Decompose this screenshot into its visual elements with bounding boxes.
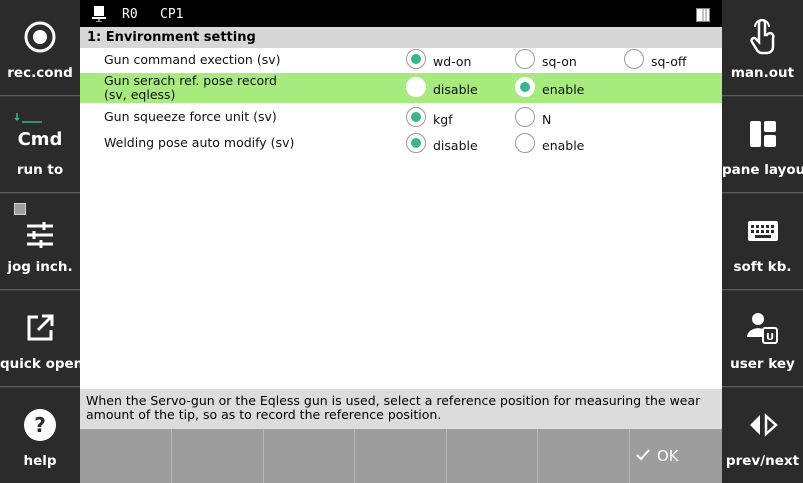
status-bar: R0 CP1	[80, 0, 722, 27]
function-key-bar: OK	[80, 429, 722, 483]
function-key-5[interactable]	[447, 429, 538, 483]
left-side-panel: rec.cond Cmd run to jog inch. quick open…	[0, 0, 84, 483]
jog-checkbox[interactable]	[14, 203, 26, 215]
radio-selected[interactable]	[406, 49, 426, 69]
record-icon	[0, 18, 80, 56]
help-icon: ?	[0, 406, 80, 444]
option-label: enable	[542, 138, 585, 153]
keyboard-icon	[722, 212, 803, 250]
pendant-icon	[92, 6, 106, 22]
radio-selected[interactable]	[406, 107, 426, 127]
rec-cond-label: rec.cond	[7, 65, 73, 81]
radio-unselected[interactable]	[515, 133, 535, 153]
right-side-panel: man.out pane layout soft kb. U user key …	[722, 0, 803, 483]
function-key-6[interactable]	[538, 429, 630, 483]
program-indicator: CP1	[160, 7, 184, 22]
robot-indicator: R0	[122, 7, 138, 22]
option-label: sq-off	[651, 54, 687, 69]
external-link-icon	[0, 309, 80, 347]
radio-unselected[interactable]	[624, 49, 644, 69]
user-key-icon: U	[722, 309, 803, 347]
setting-label: Gun command exection (sv)	[104, 52, 281, 67]
setting-label: Gun squeeze force unit (sv)	[104, 109, 277, 124]
window-icon[interactable]	[696, 8, 710, 22]
ok-button[interactable]: OK	[630, 429, 722, 483]
prev-next-label: prev/next	[725, 453, 800, 469]
option-label: N	[542, 112, 552, 127]
svg-text:U: U	[765, 332, 773, 343]
radio-selected[interactable]	[406, 133, 426, 153]
function-key-4[interactable]	[355, 429, 447, 483]
user-key-label: user key	[730, 356, 795, 372]
layout-icon	[722, 115, 803, 153]
prev-next-icon	[722, 406, 803, 444]
option-label: wd-on	[433, 54, 472, 69]
run-to-button[interactable]: Cmd run to	[0, 97, 80, 193]
cmd-icon: Cmd	[0, 109, 80, 150]
man-out-button[interactable]: man.out	[722, 0, 803, 96]
jog-inch-label: jog inch.	[7, 259, 73, 275]
man-out-label: man.out	[730, 65, 795, 81]
user-key-button[interactable]: U user key	[722, 291, 803, 387]
setting-row-squeeze-force: Gun squeeze force unit (sv) kgf N	[80, 105, 722, 131]
run-to-label: run to	[16, 162, 64, 178]
hand-pointer-icon	[722, 18, 803, 56]
help-text-line1: When the Servo-gun or the Eqless gun is …	[86, 393, 701, 408]
setting-row-gun-command: Gun command exection (sv) wd-on sq-on sq…	[80, 48, 722, 72]
page-title: 1: Environment setting	[80, 27, 722, 48]
pane-layout-button[interactable]: pane layout	[722, 97, 803, 193]
check-icon	[636, 449, 650, 461]
quick-open-label: quick open	[0, 356, 84, 372]
option-label: sq-on	[542, 54, 577, 69]
radio-unselected[interactable]	[515, 107, 535, 127]
setting-row-gun-search-ref: Gun serach ref. pose record (sv, eqless)…	[80, 73, 722, 103]
option-label: disable	[433, 82, 478, 97]
soft-kb-label: soft kb.	[733, 259, 792, 275]
radio-unselected[interactable]	[515, 49, 535, 69]
option-label: enable	[542, 82, 585, 97]
setting-row-welding-pose: Welding pose auto modify (sv) disable en…	[80, 131, 722, 157]
sliders-icon	[0, 216, 80, 254]
function-key-1[interactable]	[80, 429, 172, 483]
option-label: disable	[433, 138, 478, 153]
jog-inch-button[interactable]: jog inch.	[0, 194, 80, 290]
prev-next-button[interactable]: prev/next	[722, 388, 803, 483]
function-key-2[interactable]	[172, 429, 264, 483]
svg-text:?: ?	[34, 413, 46, 437]
radio-unselected[interactable]	[406, 77, 426, 97]
setting-label-line1: Gun serach ref. pose record	[104, 73, 277, 88]
help-text: When the Servo-gun or the Eqless gun is …	[80, 389, 722, 429]
pane-layout-label: pane layout	[722, 162, 803, 178]
soft-kb-button[interactable]: soft kb.	[722, 194, 803, 290]
function-key-3[interactable]	[264, 429, 355, 483]
rec-cond-button[interactable]: rec.cond	[0, 0, 80, 96]
setting-label: Welding pose auto modify (sv)	[104, 135, 295, 150]
help-text-line2: amount of the tip, so as to record the r…	[86, 407, 442, 422]
radio-selected[interactable]	[515, 77, 535, 97]
help-label: help	[23, 453, 57, 469]
help-button[interactable]: ? help	[0, 388, 80, 483]
ok-label: OK	[657, 447, 679, 465]
cmd-badge: Cmd	[17, 129, 63, 150]
option-label: kgf	[433, 112, 453, 127]
setting-label-line2: (sv, eqless)	[104, 87, 176, 102]
quick-open-button[interactable]: quick open	[0, 291, 84, 387]
setting-label: Gun serach ref. pose record (sv, eqless)	[104, 74, 277, 102]
